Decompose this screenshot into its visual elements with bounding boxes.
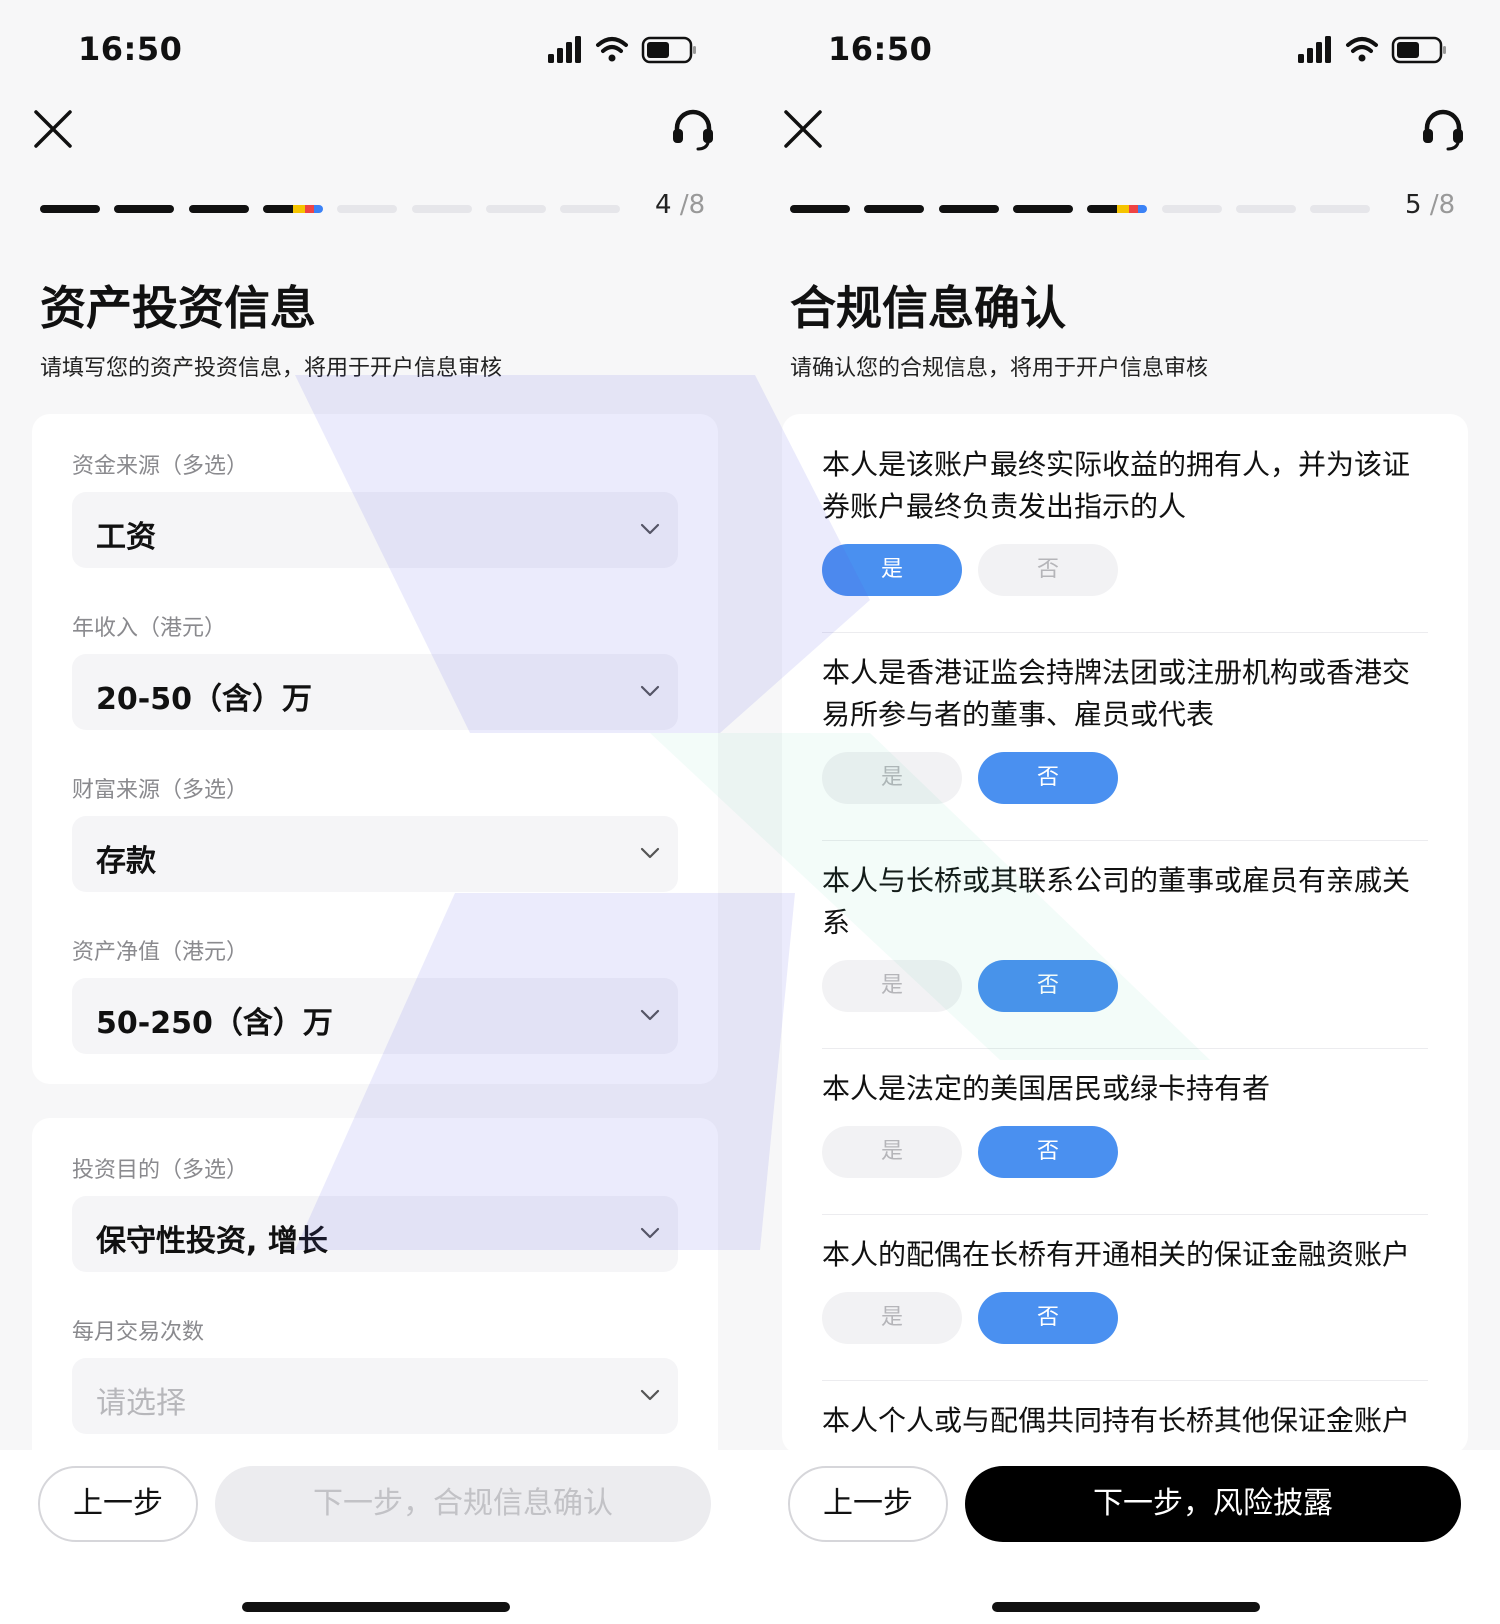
step-progress-bar <box>40 205 640 213</box>
progress-segment <box>938 205 999 213</box>
progress-segment <box>337 205 398 213</box>
yes-button[interactable]: 是 <box>822 1126 962 1178</box>
no-button[interactable]: 否 <box>978 1126 1118 1178</box>
question-divider <box>822 840 1428 841</box>
step-current: 4 <box>655 190 672 220</box>
select-value: 存款 <box>96 844 156 879</box>
asset-info-card: 资金来源（多选） 工资 年收入（港元） 20-50（含）万 财富来源（多选） 存… <box>32 414 718 1084</box>
progress-segment <box>1310 205 1371 213</box>
back-button[interactable]: 上一步 <box>38 1466 198 1542</box>
select-value: 50-250（含）万 <box>96 1006 333 1041</box>
page-subtitle: 请填写您的资产投资信息，将用于开户信息审核 <box>40 356 503 381</box>
select-investment-goal[interactable]: 保守性投资, 增长 <box>72 1196 678 1272</box>
step-counter: 4 /8 <box>655 190 730 220</box>
field-label-net-worth: 资产净值（港元） <box>72 940 249 965</box>
select-value: 20-50（含）万 <box>96 682 312 717</box>
progress-segment <box>485 205 546 213</box>
yes-button[interactable]: 是 <box>822 1292 962 1344</box>
page-title: 合规信息确认 <box>790 281 1066 335</box>
progress-segment <box>864 205 925 213</box>
progress-segment <box>188 205 249 213</box>
wifi-icon <box>596 37 628 62</box>
screen-compliance: 16:50 5 /8 合规信息确认 请确认您的合规信息，将用于开户信息审核 本人… <box>750 0 1500 1624</box>
yes-button[interactable]: 是 <box>822 960 962 1012</box>
chevron-down-icon <box>640 1227 660 1239</box>
select-placeholder: 请选择 <box>96 1386 186 1421</box>
next-button[interactable]: 下一步，风险披露 <box>965 1466 1461 1542</box>
field-label-wealth-source: 财富来源（多选） <box>72 778 249 803</box>
question-text: 本人是法定的美国居民或绿卡持有者 <box>822 1072 1271 1105</box>
chevron-down-icon <box>640 685 660 697</box>
chevron-down-icon <box>640 847 660 859</box>
progress-segment <box>1161 205 1222 213</box>
progress-segment <box>560 205 621 213</box>
question-text: 本人个人或与配偶共同持有长桥其他保证金账户 <box>822 1404 1411 1437</box>
question-divider <box>822 1214 1428 1215</box>
no-button[interactable]: 否 <box>978 544 1118 596</box>
no-button[interactable]: 否 <box>978 1292 1118 1344</box>
yes-button[interactable]: 是 <box>822 544 962 596</box>
status-time: 16:50 <box>828 30 933 68</box>
select-fund-source[interactable]: 工资 <box>72 492 678 568</box>
battery-icon <box>641 36 696 64</box>
page-title: 资产投资信息 <box>40 281 316 335</box>
compliance-card: 本人是该账户最终实际收益的拥有人，并为该证券账户最终负责发出指示的人 是 否 本… <box>782 414 1468 1454</box>
close-icon[interactable] <box>30 106 76 152</box>
progress-segment <box>1087 205 1148 213</box>
progress-segment <box>114 205 175 213</box>
question-text: 本人是该账户最终实际收益的拥有人，并为该证券账户最终负责发出指示的人 <box>822 448 1411 523</box>
screen-asset-investment: 16:50 4 /8 资产投资信息 请填写您的资产投资信息，将用于开户信息审核 <box>0 0 750 1624</box>
question-text: 本人的配偶在长桥有开通相关的保证金融资账户 <box>822 1238 1411 1271</box>
field-label-investment-goal: 投资目的（多选） <box>72 1158 249 1183</box>
headset-icon[interactable] <box>668 104 718 154</box>
chevron-down-icon <box>640 1389 660 1401</box>
select-wealth-source[interactable]: 存款 <box>72 816 678 892</box>
progress-segment <box>1012 205 1073 213</box>
bottom-action-bar: 上一步 下一步，风险披露 <box>750 1450 1500 1624</box>
progress-segment <box>411 205 472 213</box>
step-total: /8 <box>1429 190 1456 220</box>
back-button[interactable]: 上一步 <box>788 1466 948 1542</box>
status-icons <box>1298 36 1446 64</box>
yes-button[interactable]: 是 <box>822 752 962 804</box>
chevron-down-icon <box>640 523 660 535</box>
next-button[interactable]: 下一步，合规信息确认 <box>215 1466 711 1542</box>
field-label-monthly-trades: 每月交易次数 <box>72 1320 205 1345</box>
select-value: 工资 <box>96 520 156 555</box>
question-text: 本人与长桥或其联系公司的董事或雇员有亲戚关系 <box>822 864 1411 939</box>
home-indicator <box>992 1602 1260 1612</box>
question-text: 本人是香港证监会持牌法团或注册机构或香港交易所参与者的董事、雇员或代表 <box>822 656 1411 731</box>
question-divider <box>822 632 1428 633</box>
chevron-down-icon <box>640 1009 660 1021</box>
progress-segment <box>790 205 850 213</box>
step-progress-bar <box>790 205 1390 213</box>
select-monthly-trades[interactable]: 请选择 <box>72 1358 678 1434</box>
question-divider <box>822 1380 1428 1381</box>
battery-icon <box>1391 36 1446 64</box>
bottom-action-bar: 上一步 下一步，合规信息确认 <box>0 1450 750 1624</box>
select-value: 保守性投资, 增长 <box>96 1224 328 1259</box>
step-total: /8 <box>679 190 706 220</box>
progress-segment <box>40 205 100 213</box>
step-counter: 5 /8 <box>1405 190 1480 220</box>
select-net-worth[interactable]: 50-250（含）万 <box>72 978 678 1054</box>
signal-icon <box>548 36 581 63</box>
progress-segment <box>262 205 323 213</box>
progress-segment <box>1235 205 1296 213</box>
field-label-annual-income: 年收入（港元） <box>72 616 227 641</box>
close-icon[interactable] <box>780 106 826 152</box>
select-annual-income[interactable]: 20-50（含）万 <box>72 654 678 730</box>
wifi-icon <box>1346 37 1378 62</box>
headset-icon[interactable] <box>1418 104 1468 154</box>
no-button[interactable]: 否 <box>978 960 1118 1012</box>
signal-icon <box>1298 36 1331 63</box>
status-icons <box>548 36 696 64</box>
status-time: 16:50 <box>78 30 183 68</box>
field-label-fund-source: 资金来源（多选） <box>72 454 249 479</box>
no-button[interactable]: 否 <box>978 752 1118 804</box>
step-current: 5 <box>1405 190 1422 220</box>
home-indicator <box>242 1602 510 1612</box>
page-subtitle: 请确认您的合规信息，将用于开户信息审核 <box>790 356 1209 381</box>
question-divider <box>822 1048 1428 1049</box>
